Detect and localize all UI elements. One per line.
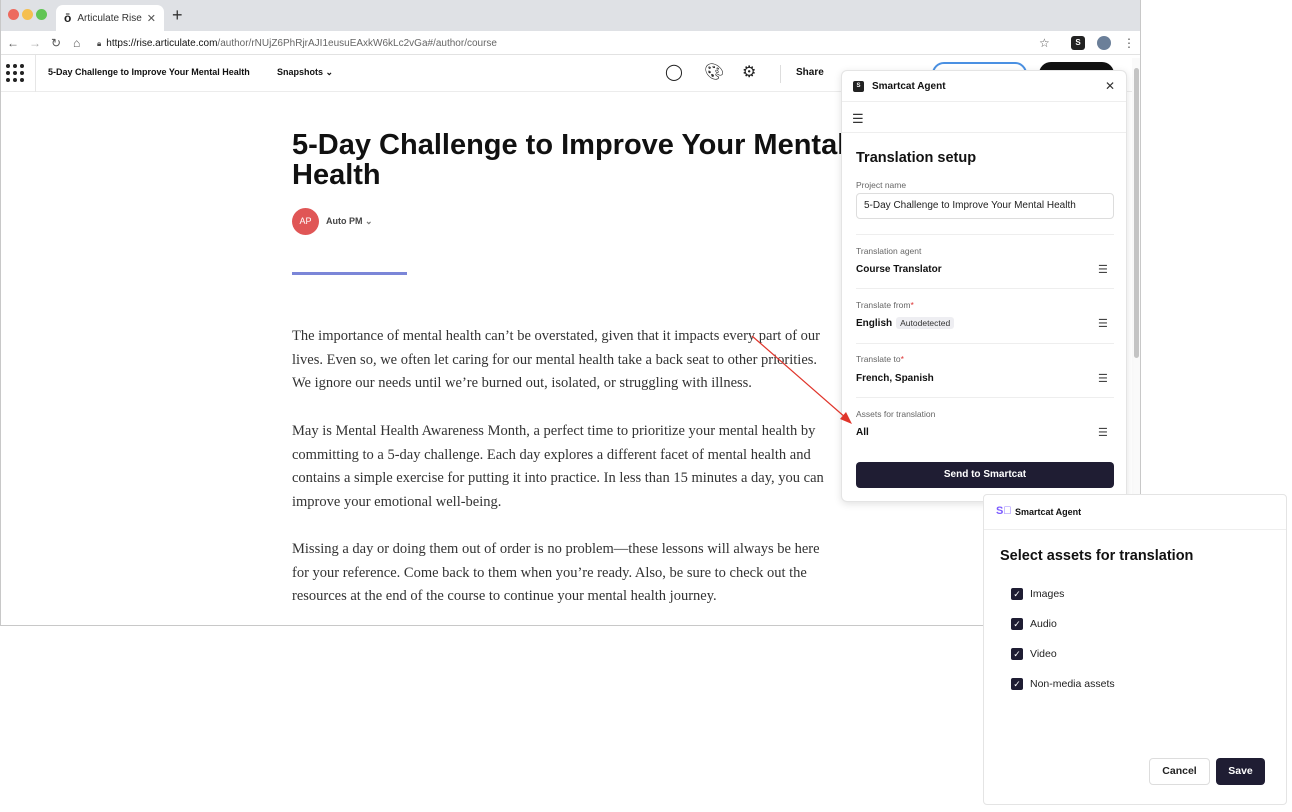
translation-agent-value: Course Translator xyxy=(856,264,942,275)
browser-tab[interactable]: ō Articulate Rise ✕ xyxy=(56,5,164,31)
translation-agent-label: Translation agent xyxy=(856,246,922,256)
header-course-title: 5-Day Challenge to Improve Your Mental H… xyxy=(48,67,250,77)
translate-from-value: English Autodetected xyxy=(856,317,955,329)
translate-from-label: Translate from* xyxy=(856,300,914,310)
field-divider xyxy=(856,288,1114,289)
palette-icon[interactable]: 🎨︎ xyxy=(704,64,724,82)
checkbox-checked-icon[interactable]: ✓ xyxy=(1011,678,1023,690)
smartcat-extension-icon[interactable]: S xyxy=(1071,36,1085,50)
field-divider xyxy=(856,343,1114,344)
snapshots-dropdown[interactable]: Snapshots ⌄ xyxy=(277,67,333,78)
forward-icon[interactable]: → xyxy=(29,35,41,51)
project-name-label: Project name xyxy=(856,180,907,190)
filter-icon[interactable]: ☰ xyxy=(1098,263,1108,276)
translate-to-value: French, Spanish xyxy=(856,373,934,384)
course-paragraph: May is Mental Health Awareness Month, a … xyxy=(292,423,824,510)
reload-icon[interactable]: ↻ xyxy=(51,35,61,51)
panel-divider xyxy=(842,101,1126,102)
new-tab-icon[interactable]: + xyxy=(172,5,183,25)
maximize-window-icon[interactable] xyxy=(36,9,47,20)
checkbox-checked-icon[interactable]: ✓ xyxy=(1011,648,1023,660)
close-icon[interactable]: ✕ xyxy=(1105,79,1115,93)
smartcat-logo-icon: S xyxy=(853,81,864,92)
checkbox-label: Images xyxy=(1030,588,1065,600)
assets-value: All xyxy=(856,427,869,438)
source-language: English xyxy=(856,318,893,329)
project-name-input[interactable]: 5-Day Challenge to Improve Your Mental H… xyxy=(856,193,1114,219)
panel-title: Smartcat Agent xyxy=(872,81,946,92)
gear-icon[interactable]: ⚙ xyxy=(742,64,756,82)
images-checkbox-row[interactable]: ✓ Images xyxy=(1011,588,1064,600)
required-asterisk: * xyxy=(900,354,904,364)
field-divider xyxy=(856,397,1114,398)
chevron-down-icon: ⌄ xyxy=(325,67,334,77)
header-divider xyxy=(35,55,36,92)
translate-to-label: Translate to* xyxy=(856,354,904,364)
filter-icon[interactable]: ☰ xyxy=(1098,372,1108,385)
heading-divider xyxy=(292,272,407,275)
minimize-window-icon[interactable] xyxy=(22,9,33,20)
header-divider xyxy=(780,65,781,83)
scrollbar-thumb[interactable] xyxy=(1134,68,1139,358)
filter-icon[interactable]: ☰ xyxy=(1098,426,1108,439)
bookmark-star-icon[interactable]: ☆ xyxy=(1039,35,1050,51)
snapshots-label: Snapshots xyxy=(277,67,324,77)
panel-divider xyxy=(984,529,1286,530)
url-host: https://rise.articulate.com xyxy=(106,38,218,49)
translate-from-label-text: Translate from xyxy=(856,300,911,310)
address-bar: ← → ↻ ⌂ 🔒︎ https://rise.articulate.com/au… xyxy=(1,31,1140,55)
browser-menu-icon[interactable]: ⋮ xyxy=(1123,35,1135,51)
close-window-icon[interactable] xyxy=(8,9,19,20)
required-asterisk: * xyxy=(910,300,914,310)
autodetected-badge: Autodetected xyxy=(896,317,955,329)
translation-setup-heading: Translation setup xyxy=(856,150,977,166)
close-tab-icon[interactable]: ✕ xyxy=(147,12,156,25)
share-button[interactable]: Share xyxy=(796,67,824,78)
profile-avatar-icon[interactable] xyxy=(1097,36,1111,50)
non-media-checkbox-row[interactable]: ✓ Non-media assets xyxy=(1011,678,1115,690)
comment-icon[interactable]: ◯ xyxy=(665,64,683,82)
checkbox-label: Non-media assets xyxy=(1030,678,1115,690)
url-path: /author/rNUjZ6PhRjrAJI1eusuEAxkW6kLc2vGa… xyxy=(217,38,497,49)
save-button[interactable]: Save xyxy=(1216,758,1265,785)
cancel-button[interactable]: Cancel xyxy=(1149,758,1210,785)
checkbox-label: Audio xyxy=(1030,618,1057,630)
course-heading: 5-Day Challenge to Improve Your Mental H… xyxy=(292,129,846,191)
assets-label: Assets for translation xyxy=(856,409,936,419)
back-icon[interactable]: ← xyxy=(7,35,19,51)
field-divider xyxy=(856,234,1114,235)
chevron-down-icon: ⌄ xyxy=(365,216,373,226)
send-to-smartcat-button[interactable]: Send to Smartcat xyxy=(856,462,1114,488)
smartcat-logo-icon: S⃝ xyxy=(996,505,1012,517)
author-avatar: AP xyxy=(292,208,319,235)
select-assets-heading: Select assets for translation xyxy=(1000,548,1194,564)
lock-icon: 🔒︎ xyxy=(97,39,102,48)
translation-setup-panel: S Smartcat Agent ✕ ☰ Translation setup P… xyxy=(841,70,1127,502)
hamburger-menu-icon[interactable]: ☰ xyxy=(852,111,864,127)
audio-checkbox-row[interactable]: ✓ Audio xyxy=(1011,618,1057,630)
checkbox-checked-icon[interactable]: ✓ xyxy=(1011,588,1023,600)
checkbox-checked-icon[interactable]: ✓ xyxy=(1011,618,1023,630)
apps-grid-icon[interactable] xyxy=(6,64,24,82)
select-assets-panel: S⃝ Smartcat Agent Select assets for tran… xyxy=(983,494,1287,805)
tab-title: Articulate Rise xyxy=(77,12,142,24)
panel-title: Smartcat Agent xyxy=(1015,507,1082,517)
url-field[interactable]: 🔒︎ https://rise.articulate.com/author/rNU… xyxy=(97,35,1057,52)
course-paragraph: Missing a day or doing them out of order… xyxy=(292,541,820,604)
author-name: Auto PM xyxy=(326,216,363,226)
filter-icon[interactable]: ☰ xyxy=(1098,317,1108,330)
checkbox-label: Video xyxy=(1030,648,1057,660)
translate-to-label-text: Translate to xyxy=(856,354,901,364)
course-paragraph: The importance of mental health can’t be… xyxy=(292,328,820,391)
tab-bar: ō Articulate Rise ✕ + xyxy=(1,0,1140,31)
video-checkbox-row[interactable]: ✓ Video xyxy=(1011,648,1057,660)
author-dropdown[interactable]: Auto PM ⌄ xyxy=(326,216,373,227)
articulate-favicon-icon: ō xyxy=(64,11,72,25)
panel-divider xyxy=(842,132,1126,133)
home-icon[interactable]: ⌂ xyxy=(73,35,80,51)
